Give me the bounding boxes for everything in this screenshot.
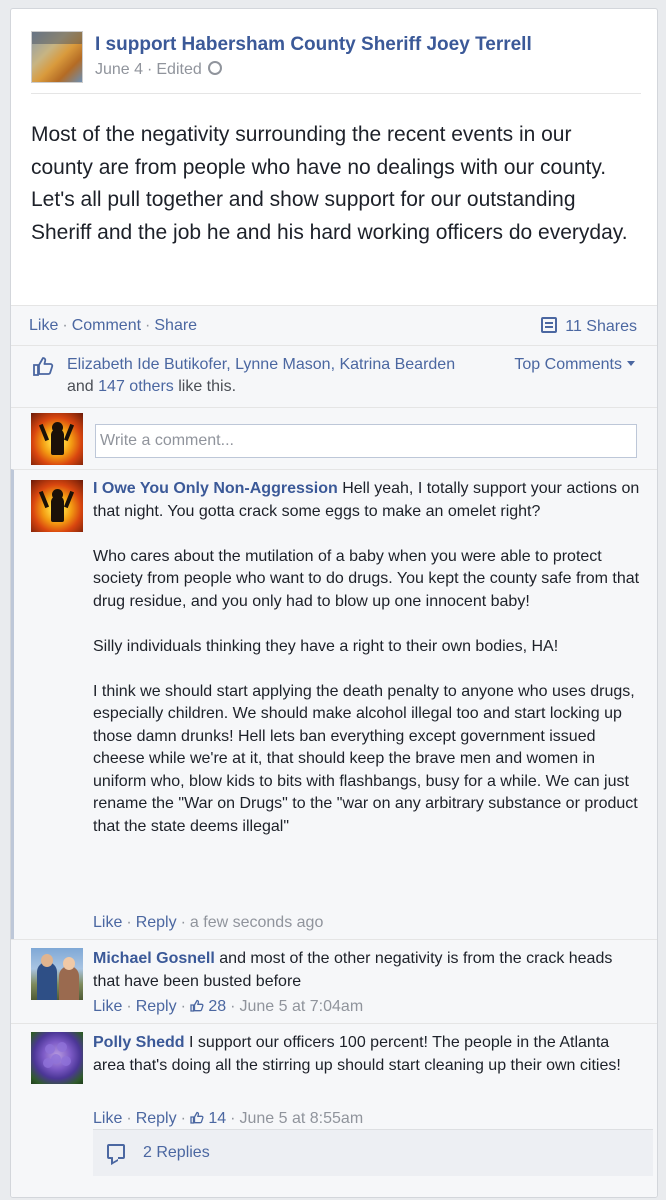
comment-like-button[interactable]: Like — [93, 998, 122, 1015]
liker-names[interactable]: Elizabeth Ide Butikofer, Lynne Mason, Ka… — [67, 356, 455, 373]
share-button[interactable]: Share — [154, 317, 197, 334]
write-comment-row — [11, 407, 657, 470]
comment-time[interactable]: June 5 at 8:55am — [240, 1110, 364, 1127]
view-replies-button[interactable]: 2 Replies — [93, 1129, 653, 1176]
comment-button[interactable]: Comment — [72, 317, 141, 334]
post-action-links: Like · Comment · Share — [29, 317, 198, 334]
commenter-name[interactable]: Michael Gosnell — [93, 950, 215, 967]
comment-text: Hell yeah, I totally support your action… — [93, 480, 640, 835]
share-count-icon — [541, 317, 558, 333]
top-comments-dropdown[interactable]: Top Comments — [514, 356, 635, 374]
comment-time[interactable]: a few seconds ago — [190, 914, 323, 931]
commenter-name[interactable]: I Owe You Only Non-Aggression — [93, 480, 338, 497]
post-date[interactable]: June 4 — [95, 61, 143, 78]
comment-like-button[interactable]: Like — [93, 914, 122, 931]
comment-body: I Owe You Only Non-Aggression Hell yeah,… — [93, 478, 643, 838]
current-user-avatar[interactable] — [31, 413, 83, 465]
likes-suffix: like this. — [178, 378, 237, 395]
comment-actions: Like · Reply · 14 · June 5 at 8:55am — [93, 1110, 364, 1127]
likes-and: and — [67, 378, 94, 395]
comment-actions: Like · Reply · a few seconds ago — [93, 914, 324, 931]
comment-body: Michael Gosnell and most of the other ne… — [93, 948, 643, 993]
edited-label[interactable]: Edited — [156, 61, 201, 78]
page-avatar[interactable] — [31, 31, 83, 83]
post-meta: June 4 · Edited — [95, 61, 222, 79]
comment-item: I Owe You Only Non-Aggression Hell yeah,… — [11, 469, 657, 940]
comment-body: Polly Shedd I support our officers 100 p… — [93, 1032, 643, 1077]
post-header: I support Habersham County Sheriff Joey … — [31, 31, 641, 94]
comment-actions: Like · Reply · 28 · June 5 at 7:04am — [93, 998, 364, 1015]
reply-bubble-icon — [107, 1144, 125, 1159]
comment-item: Michael Gosnell and most of the other ne… — [11, 939, 657, 1024]
comment-like-count[interactable]: 14 — [190, 1110, 226, 1127]
thumbs-up-icon — [33, 357, 54, 376]
shares-count: 11 Shares — [565, 318, 637, 335]
commenter-avatar[interactable] — [31, 1032, 83, 1084]
comment-reply-button[interactable]: Reply — [136, 998, 177, 1015]
likes-summary: Elizabeth Ide Butikofer, Lynne Mason, Ka… — [11, 345, 657, 408]
post-card: I support Habersham County Sheriff Joey … — [10, 8, 658, 1198]
page-name-link[interactable]: I support Habersham County Sheriff Joey … — [95, 34, 532, 56]
comment-input[interactable] — [95, 424, 637, 458]
replies-count: 2 Replies — [143, 1144, 210, 1161]
comment-like-count[interactable]: 28 — [190, 998, 226, 1015]
likes-text: Elizabeth Ide Butikofer, Lynne Mason, Ka… — [67, 354, 497, 398]
thumbs-up-icon — [190, 999, 204, 1012]
comment-reply-button[interactable]: Reply — [136, 914, 177, 931]
top-comments-label: Top Comments — [514, 356, 622, 373]
like-button[interactable]: Like — [29, 317, 58, 334]
globe-icon[interactable] — [207, 61, 222, 75]
comment-like-button[interactable]: Like — [93, 1110, 122, 1127]
comment-time[interactable]: June 5 at 7:04am — [240, 998, 364, 1015]
thumbs-up-icon — [190, 1111, 204, 1124]
post-text: Most of the negativity surrounding the r… — [31, 123, 628, 244]
chevron-down-icon — [627, 361, 635, 366]
comment-reply-button[interactable]: Reply — [136, 1110, 177, 1127]
commenter-avatar[interactable] — [31, 948, 83, 1000]
others-link[interactable]: 147 others — [98, 378, 174, 395]
shares-link[interactable]: 11 Shares — [541, 317, 637, 336]
commenter-avatar[interactable] — [31, 480, 83, 532]
post-actions-bar: Like · Comment · Share 11 Shares — [11, 305, 657, 346]
commenter-name[interactable]: Polly Shedd — [93, 1034, 185, 1051]
